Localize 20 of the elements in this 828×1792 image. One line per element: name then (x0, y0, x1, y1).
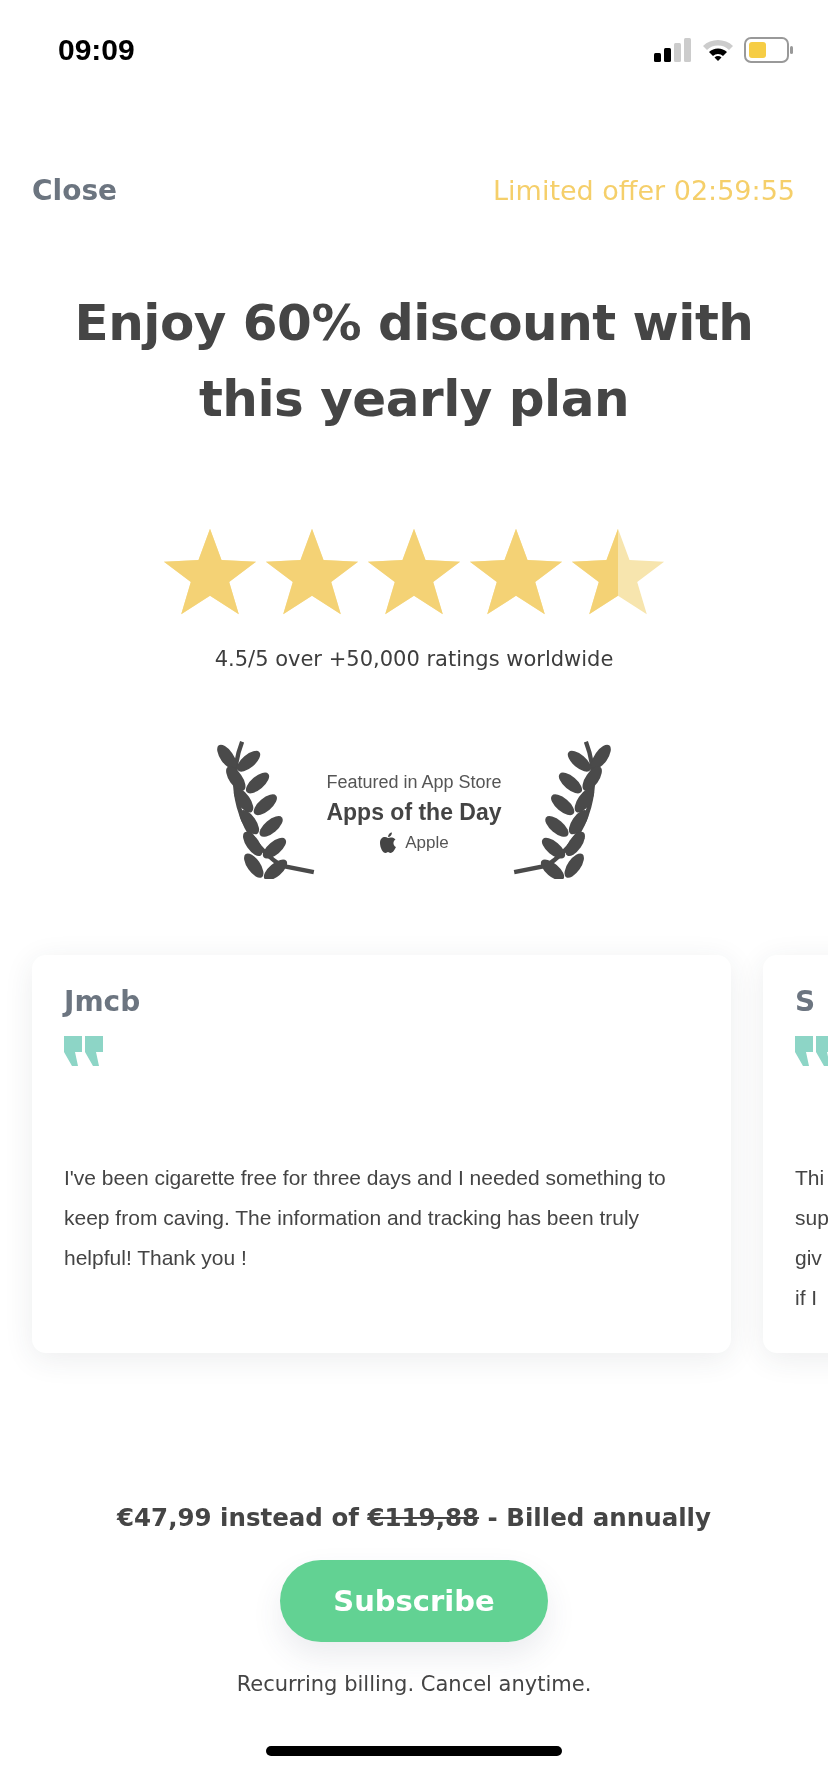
review-text: I've been cigarette free for three days and I needed something to keep from caving. The information and tracking has been truly helpful! Thank you ! (64, 1165, 667, 1271)
badge-label: Featured in App Store (326, 772, 502, 793)
offer-timer: Limited offer 02:59:55 (493, 175, 795, 206)
quote-icon (64, 1036, 104, 1066)
price-text: €47,99 instead of €119,88 - Billed annually (115, 1503, 712, 1532)
review-author: Jmcb (64, 985, 142, 1018)
review-author: S (795, 985, 817, 1018)
apple-icon (379, 832, 398, 854)
signal-icon (654, 38, 692, 62)
rating-caption: 4.5/5 over +50,000 ratings worldwide (213, 647, 615, 671)
badge-brand: Apple (405, 833, 449, 853)
badge-title: Apps of the Day (326, 799, 502, 826)
status-time: 09:09 (58, 33, 135, 67)
billing-note: Recurring billing. Cancel anytime. (235, 1672, 593, 1696)
close-button[interactable]: Close (32, 174, 118, 207)
headline: Enjoy 60% discount with this yearly plan (73, 293, 755, 430)
review-text: Thi sup giv if I (795, 1165, 828, 1311)
battery-icon (744, 37, 794, 63)
wifi-icon (702, 38, 734, 62)
quote-icon (795, 1036, 828, 1066)
